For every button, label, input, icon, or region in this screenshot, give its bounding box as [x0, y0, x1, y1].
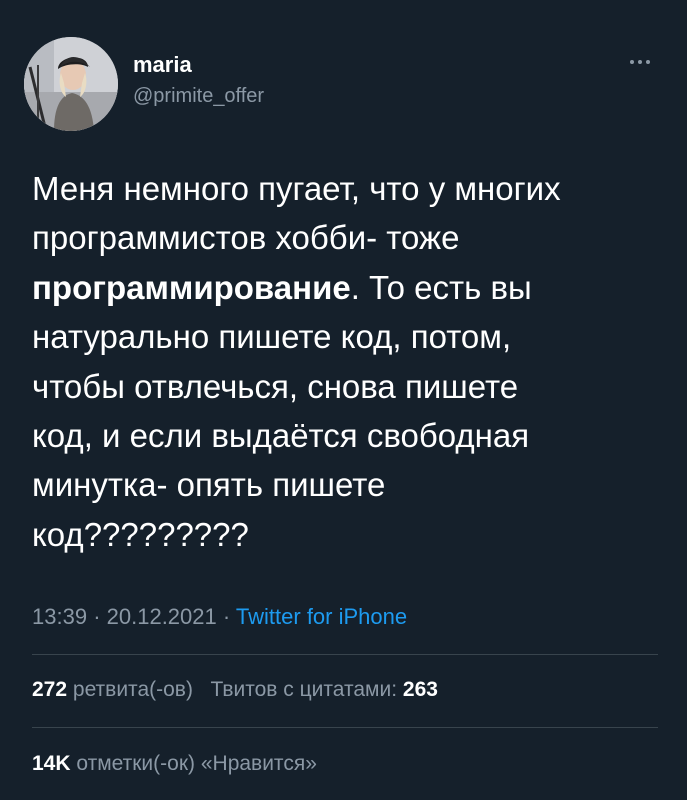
retweet-stats-row: 272 ретвита(-ов) Твитов с цитатами: 263: [32, 676, 438, 704]
tweet-date[interactable]: 20.12.2021: [107, 604, 217, 629]
retweets-label: ретвита(-ов): [72, 678, 193, 701]
tweet-line: минутка- опять пишете: [32, 466, 386, 504]
tweet-line: программирование. То есть вы: [32, 268, 532, 306]
quotes-stat[interactable]: Твитов с цитатами: 263: [210, 678, 438, 701]
tweet-line: код?????????: [32, 515, 249, 553]
avatar-photo: [24, 37, 118, 131]
retweets-count: 272: [32, 678, 68, 701]
tweet-time[interactable]: 13:39: [32, 604, 87, 629]
display-name[interactable]: maria: [133, 52, 192, 78]
tweet-line: чтобы отвлечься, снова пишете: [32, 367, 519, 405]
bold-word: программирование: [32, 268, 351, 306]
divider: [32, 727, 658, 728]
user-handle[interactable]: @primite_offer: [133, 84, 264, 108]
tweet-line: программистов хобби- тоже: [32, 219, 460, 257]
likes-stat[interactable]: 14K отметки(-ок) «Нравится»: [32, 752, 317, 775]
divider: [32, 654, 658, 655]
tweet-meta: 13:39 · 20.12.2021 · Twitter for iPhone: [32, 603, 407, 631]
tweet-card: maria @primite_offer Меня немного пугает…: [0, 0, 687, 800]
more-horizontal-icon: [630, 60, 650, 64]
meta-separator: ·: [222, 604, 231, 629]
tweet-line: Меня немного пугает, что у многих: [32, 170, 561, 207]
likes-stats-row: 14K отметки(-ок) «Нравится»: [32, 750, 317, 778]
more-options-button[interactable]: [620, 52, 660, 72]
retweets-stat[interactable]: 272 ретвита(-ов): [32, 678, 193, 701]
tweet-source-link[interactable]: Twitter for iPhone: [236, 604, 407, 629]
likes-label: отметки(-ок) «Нравится»: [76, 752, 317, 775]
meta-separator: ·: [93, 604, 101, 629]
likes-count: 14K: [32, 752, 71, 775]
quotes-count: 263: [402, 678, 438, 701]
avatar[interactable]: [24, 37, 118, 131]
tweet-line: код, и если выдаётся свободная: [32, 417, 530, 455]
quotes-label: Твитов с цитатами:: [210, 678, 398, 701]
tweet-line: натурально пишете код, потом,: [32, 318, 512, 356]
tweet-text: Меня немного пугает, что у многих програ…: [32, 164, 662, 559]
